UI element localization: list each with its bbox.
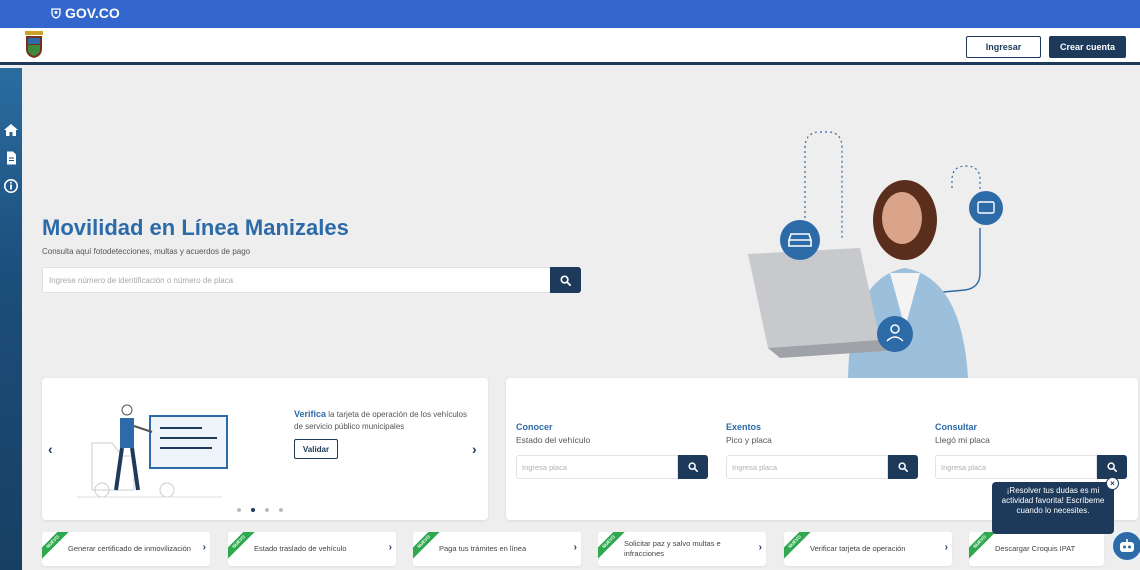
chat-close-button[interactable]: × — [1106, 477, 1119, 490]
plate-arrived-input[interactable] — [935, 455, 1097, 479]
new-badge: NUEVO — [598, 532, 626, 559]
tile-immobilization-certificate[interactable]: NUEVO Generar certificado de inmovilizac… — [42, 532, 210, 566]
robot-icon — [1120, 539, 1134, 552]
vehicle-status-plate-input[interactable] — [516, 455, 678, 479]
tile-label: Verificar tarjeta de operación — [810, 544, 906, 553]
chevron-right-icon: › — [388, 542, 392, 553]
carousel-dot[interactable] — [265, 508, 269, 512]
validate-button[interactable]: Validar — [294, 439, 338, 459]
search-icon — [560, 274, 571, 286]
carousel-dots — [237, 508, 283, 512]
tile-label: Paga tus trámites en línea — [439, 544, 527, 553]
gov-logo-text: GOV.CO — [65, 5, 120, 21]
new-badge: NUEVO — [784, 532, 812, 559]
new-badge: NUEVO — [413, 532, 441, 559]
page-subtitle: Consulta aquí fotodetecciones, multas y … — [42, 247, 251, 256]
colombia-shield-icon — [51, 8, 61, 19]
new-badge: NUEVO — [969, 532, 997, 559]
quick-lookup-title: Conocer — [516, 422, 553, 432]
tile-label: Estado traslado de vehículo — [254, 544, 347, 553]
hero-search-button[interactable] — [550, 267, 581, 293]
carousel-dot[interactable] — [279, 508, 283, 512]
quick-lookup-subtitle: Pico y placa — [726, 435, 772, 445]
page-title: Movilidad en Línea Manizales — [42, 215, 349, 240]
search-icon — [898, 462, 908, 472]
chevron-right-icon: › — [944, 542, 948, 553]
search-icon — [688, 462, 698, 472]
home-icon[interactable] — [3, 122, 19, 138]
tile-online-payments[interactable]: NUEVO Paga tus trámites en línea › — [413, 532, 581, 566]
gov-bar: GOV.CO — [0, 0, 1140, 28]
chatbot-launcher[interactable] — [1111, 530, 1140, 562]
document-icon[interactable] — [3, 150, 19, 166]
login-button[interactable]: Ingresar — [966, 36, 1041, 58]
search-icon — [1107, 462, 1117, 472]
info-icon[interactable] — [3, 178, 19, 194]
chevron-right-icon: › — [202, 542, 206, 553]
hero-illustration — [748, 131, 1003, 378]
quick-lookup-subtitle: Llegó mi placa — [935, 435, 990, 445]
site-header: Ingresar Crear cuenta — [0, 28, 1140, 65]
new-badge: NUEVO — [42, 532, 70, 559]
tile-label: Descargar Croquis IPAT — [995, 544, 1076, 553]
id-or-plate-search-input[interactable] — [42, 267, 550, 293]
tile-transfer-status[interactable]: NUEVO Estado traslado de vehículo › — [228, 532, 396, 566]
chat-bubble[interactable]: ¡Resolver tus dudas es mi actividad favo… — [992, 482, 1114, 534]
slide-description: Verifica la tarjeta de operación de los … — [294, 408, 476, 433]
quick-lookup-subtitle: Estado del vehículo — [516, 435, 591, 445]
tile-label: Solicitar paz y salvo multas e infraccio… — [624, 539, 721, 558]
pico-placa-plate-input[interactable] — [726, 455, 888, 479]
side-nav — [0, 68, 22, 570]
vehicle-status-search-button[interactable] — [678, 455, 708, 479]
tile-label: Generar certificado de inmovilización — [68, 544, 191, 553]
pico-placa-search-button[interactable] — [888, 455, 918, 479]
carousel-card: ‹ Verifica la tarjeta de operación de lo… — [42, 378, 488, 520]
chevron-right-icon: › — [573, 542, 577, 553]
tile-paz-y-salvo[interactable]: NUEVO Solicitar paz y salvo multas e inf… — [598, 532, 766, 566]
new-badge: NUEVO — [228, 532, 256, 559]
chevron-right-icon: › — [758, 542, 762, 553]
quick-lookup-vehicle-status: Conocer Estado del vehículo — [516, 422, 708, 479]
carousel-prev-button[interactable]: ‹ — [48, 441, 53, 457]
slide-title: Verifica — [294, 409, 327, 419]
carousel-dot[interactable] — [237, 508, 241, 512]
quick-lookup-plate-arrived: Consultar Llegó mi placa — [935, 422, 1127, 479]
quick-lookup-exempt: Exentos Pico y placa — [726, 422, 918, 479]
carousel-next-button[interactable]: › — [472, 441, 477, 457]
tile-verify-operation-card[interactable]: NUEVO Verificar tarjeta de operación › — [784, 532, 952, 566]
tile-download-ipat[interactable]: NUEVO Descargar Croquis IPAT — [969, 532, 1104, 566]
alcaldia-logo-icon[interactable] — [24, 31, 44, 59]
gov-logo[interactable]: GOV.CO — [50, 5, 120, 21]
create-account-button[interactable]: Crear cuenta — [1049, 36, 1126, 58]
quick-lookup-title: Consultar — [935, 422, 978, 432]
carousel-dot-active[interactable] — [251, 508, 255, 512]
plate-arrived-search-button[interactable] — [1097, 455, 1127, 479]
operation-card-illustration — [77, 404, 228, 498]
quick-lookup-title: Exentos — [726, 422, 762, 432]
